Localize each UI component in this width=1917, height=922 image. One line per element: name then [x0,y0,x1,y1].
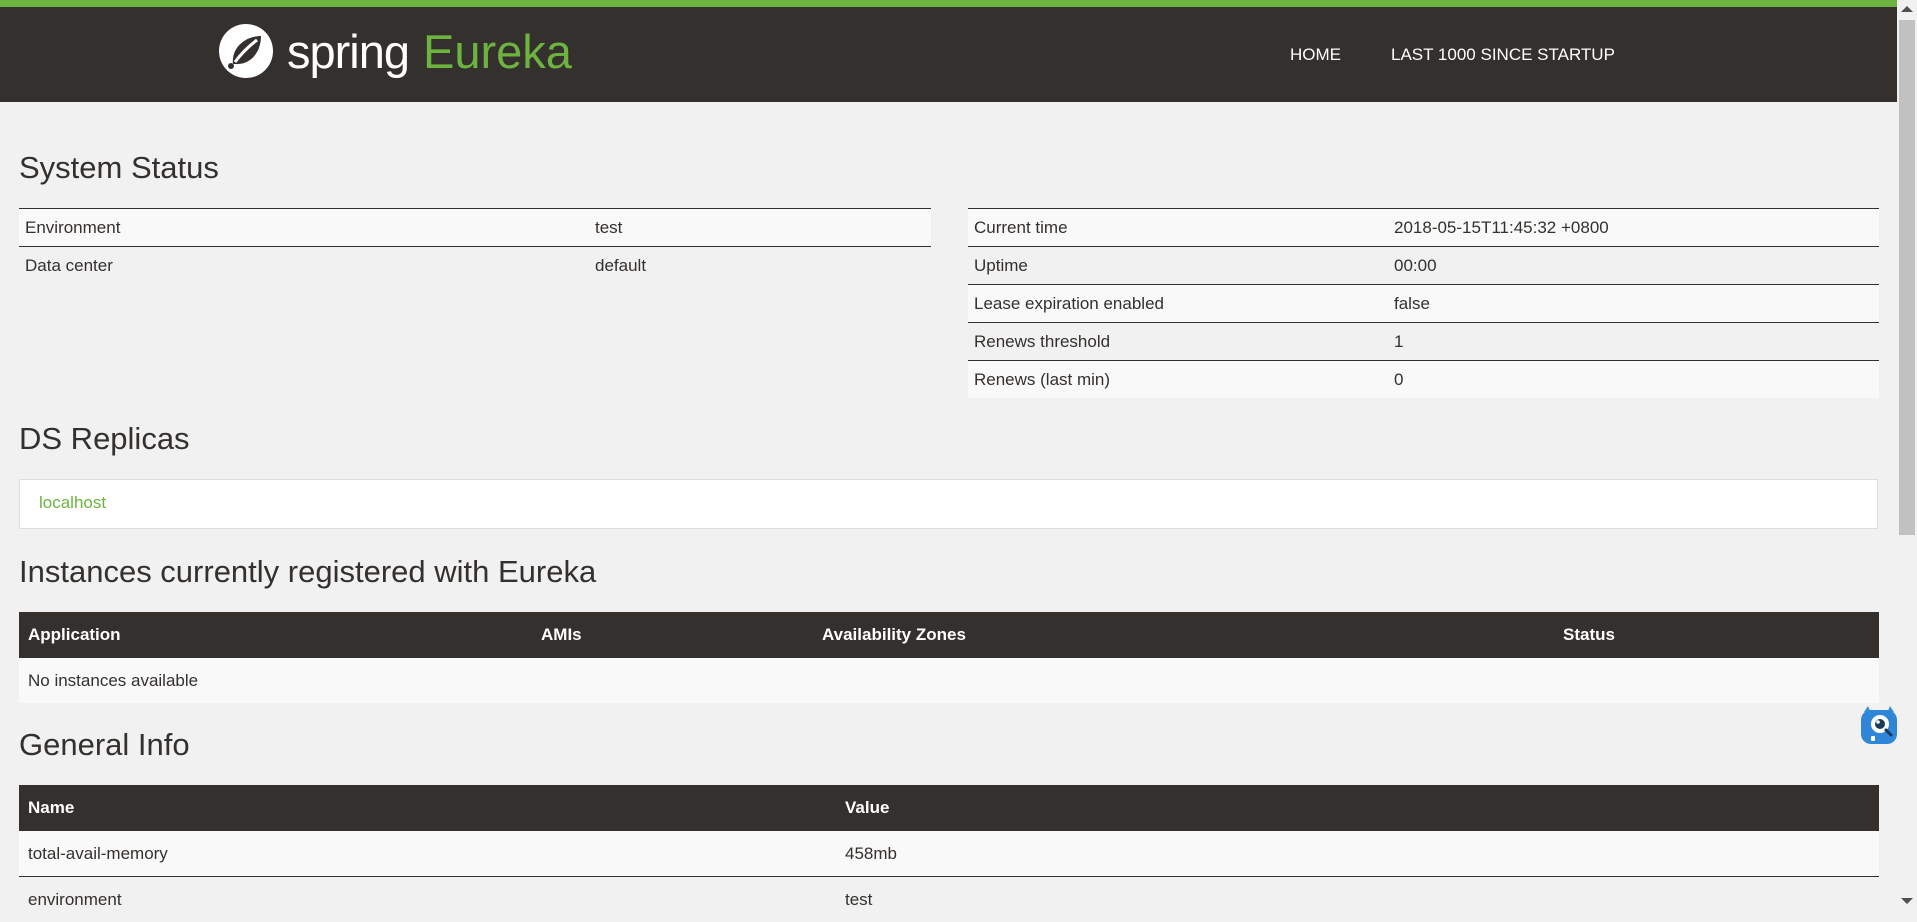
status-value: test [589,209,931,247]
info-name: environment [19,877,836,922]
empty-instances-message: No instances available [19,658,1879,703]
table-row: No instances available [19,658,1879,703]
table-row: environment test [19,877,1879,922]
scrollbar-thumb[interactable] [1899,20,1915,535]
status-value: 1 [1388,323,1879,361]
replica-link-localhost[interactable]: localhost [39,493,106,513]
info-value: 458mb [836,831,1879,877]
ds-replicas-title: DS Replicas [19,421,190,457]
table-header-row: Application AMIs Availability Zones Stat… [19,612,1879,658]
column-header-amis: AMIs [532,612,813,658]
table-row: Renews (last min) 0 [968,361,1879,399]
ds-replicas-list: localhost [19,479,1878,529]
info-value: test [836,877,1879,922]
top-accent-line [0,0,1917,7]
column-header-value: Value [836,785,1879,831]
column-header-availability-zones: Availability Zones [813,612,1554,658]
status-value: default [589,247,931,285]
column-header-name: Name [19,785,836,831]
brand-spring-text: spring [287,24,409,79]
brand-eureka-text: Eureka [423,24,572,79]
status-value: 00:00 [1388,247,1879,285]
info-name: total-avail-memory [19,831,836,877]
status-label: Renews threshold [968,323,1388,361]
status-label: Uptime [968,247,1388,285]
main-nav: HOME LAST 1000 SINCE STARTUP [1290,7,1665,102]
instances-title: Instances currently registered with Eure… [19,554,596,590]
spring-leaf-icon [217,22,275,80]
general-info-title: General Info [19,727,190,763]
vertical-scrollbar[interactable] [1897,0,1917,910]
navbar: spring Eureka HOME LAST 1000 SINCE START… [0,7,1897,102]
status-value: 2018-05-15T11:45:32 +0800 [1388,209,1879,247]
status-value: false [1388,285,1879,323]
system-status-right-table: Current time 2018-05-15T11:45:32 +0800 U… [968,208,1879,398]
table-row: Uptime 00:00 [968,247,1879,285]
general-info-table: Name Value total-avail-memory 458mb envi… [19,785,1879,922]
scroll-up-arrow-icon[interactable] [1901,6,1913,12]
column-header-status: Status [1554,612,1879,658]
table-row: Lease expiration enabled false [968,285,1879,323]
table-row: Renews threshold 1 [968,323,1879,361]
brand-logo[interactable]: spring Eureka [217,20,572,82]
status-label: Data center [19,247,589,285]
scroll-down-arrow-icon[interactable] [1901,898,1913,904]
table-header-row: Name Value [19,785,1879,831]
status-label: Lease expiration enabled [968,285,1388,323]
system-status-title: System Status [19,150,219,186]
nav-home-link[interactable]: HOME [1290,45,1341,65]
system-status-left-table: Environment test Data center default [19,208,931,284]
table-row: Data center default [19,247,931,285]
status-value: 0 [1388,361,1879,399]
assistant-mascot-icon[interactable] [1859,704,1899,746]
table-row: Current time 2018-05-15T11:45:32 +0800 [968,209,1879,247]
column-header-application: Application [19,612,532,658]
nav-last-1000-link[interactable]: LAST 1000 SINCE STARTUP [1391,45,1615,65]
table-row: total-avail-memory 458mb [19,831,1879,877]
instances-table: Application AMIs Availability Zones Stat… [19,612,1879,703]
status-label: Environment [19,209,589,247]
status-label: Renews (last min) [968,361,1388,399]
table-row: Environment test [19,209,931,247]
status-label: Current time [968,209,1388,247]
